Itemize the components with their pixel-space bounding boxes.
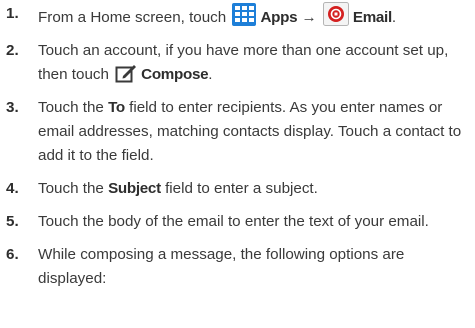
step-number: 2.	[6, 42, 19, 59]
step-item: 2. Touch an account, if you have more tha…	[6, 39, 472, 87]
step-text: →	[297, 9, 321, 26]
step-number: 6.	[6, 246, 19, 263]
bold-term: Subject	[108, 180, 161, 197]
step-text: From a Home screen, touch	[38, 9, 231, 26]
step-number: 3.	[6, 99, 19, 116]
step-text: .	[391, 9, 397, 26]
step-text: .	[208, 66, 213, 83]
bold-term: Email	[352, 9, 392, 26]
step-item: 6. While composing a message, the followi…	[6, 243, 472, 291]
step-text: Touch the body of the email to enter the…	[38, 213, 429, 230]
bold-term: Apps	[260, 9, 298, 26]
step-item: 4. Touch the Subject field to enter a sub…	[6, 177, 472, 201]
step-text: Touch the	[38, 99, 109, 116]
step-item: 5. Touch the body of the email to enter t…	[6, 210, 472, 234]
apps-grid-icon	[232, 3, 257, 26]
instruction-steps: 1. From a Home screen, touch Apps → Email…	[6, 2, 472, 291]
step-number: 4.	[6, 180, 19, 197]
step-item: 1. From a Home screen, touch Apps → Email…	[6, 2, 472, 30]
compose-icon	[115, 63, 137, 83]
step-text: Touch an account, if you have more than …	[38, 42, 449, 83]
step-text: field to enter a subject.	[160, 180, 318, 197]
step-number: 1.	[6, 5, 19, 22]
bold-term: Compose	[141, 66, 209, 83]
email-app-icon	[322, 2, 349, 26]
step-item: 3. Touch the To field to enter recipients…	[6, 96, 472, 168]
step-text: Touch the	[38, 180, 109, 197]
bold-term: To	[108, 99, 125, 116]
step-text: While composing a message, the following…	[38, 246, 405, 287]
step-number: 5.	[6, 213, 19, 230]
